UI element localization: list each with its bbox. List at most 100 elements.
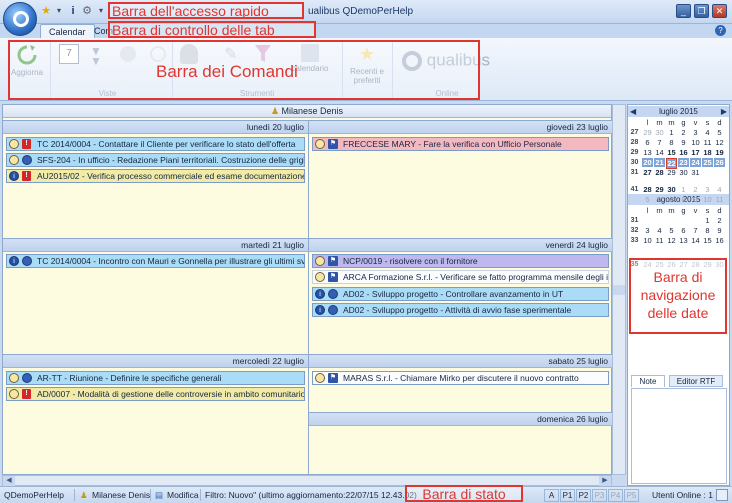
calendar-day[interactable]: 19 [714, 148, 725, 157]
calendar-day[interactable]: 9 [690, 195, 701, 204]
calendar-day[interactable]: 20 [642, 158, 653, 167]
notes-editor[interactable] [631, 388, 727, 484]
next-month-icon[interactable]: ▶ [721, 106, 727, 117]
calendar-day[interactable]: 30 [678, 168, 689, 177]
calendar-day[interactable]: 8 [678, 195, 689, 204]
tab-editor-rtf[interactable]: Editor RTF [669, 375, 723, 387]
calendar-day[interactable]: 21 [654, 158, 665, 167]
calendar-day[interactable]: 30 [654, 128, 665, 137]
calendar-day[interactable]: 9 [714, 226, 725, 235]
priority-p4-button[interactable]: P4 [608, 489, 623, 502]
appointment[interactable]: ! AD/0007 - Modalità di gestione delle c… [6, 387, 305, 401]
appointment[interactable]: ! TC 2014/0004 - Contattare il Cliente p… [6, 137, 305, 151]
day-sabato[interactable]: sabato 25 luglio ⚑ MARAS S.r.l. - Chiama… [308, 354, 612, 412]
calendar-day[interactable]: 12 [666, 236, 677, 245]
calendar-day[interactable]: 14 [690, 236, 701, 245]
day-giovedi[interactable]: giovedì 23 luglio ⚑ FRECCESE MARY - Fare… [308, 120, 612, 238]
day-lunedi[interactable]: lunedì 20 luglio ! TC 2014/0004 - Contat… [3, 120, 308, 238]
calendar-day[interactable]: 11 [702, 138, 713, 147]
restore-button[interactable]: ❐ [694, 4, 709, 18]
close-button[interactable]: ✕ [712, 4, 727, 18]
calendar-day[interactable]: 1 [702, 216, 713, 225]
calendar-day[interactable]: 6 [642, 138, 653, 147]
calendar-day[interactable]: 4 [702, 128, 713, 137]
appointment[interactable]: SFS-204 - In ufficio - Redazione Piani t… [6, 153, 305, 167]
calendar-day[interactable]: 29 [654, 185, 665, 194]
appointment[interactable]: i! AU2015/02 - Verifica processo commerc… [6, 169, 305, 183]
calendar-day[interactable]: 11 [714, 195, 725, 204]
appointment[interactable]: i TC 2014/0004 - Incontro con Mauri e Go… [6, 254, 305, 268]
calendar-day[interactable]: 10 [642, 236, 653, 245]
appointment[interactable]: ⚑ FRECCESE MARY - Fare la verifica con U… [312, 137, 609, 151]
calendar-day[interactable]: 2 [690, 185, 701, 194]
calendar-day[interactable]: 13 [678, 236, 689, 245]
calendar-day[interactable]: 8 [666, 138, 677, 147]
calendar-day[interactable]: 24 [690, 158, 701, 167]
priority-p1-button[interactable]: P1 [560, 489, 575, 502]
calendar-day[interactable]: 12 [714, 138, 725, 147]
appointment[interactable]: ⚑ ARCA Formazione S.r.l. - Verificare se… [312, 270, 609, 284]
favorite-star-icon[interactable]: ★ [40, 5, 52, 17]
calendar-day[interactable]: 5 [714, 128, 725, 137]
calendar-day[interactable]: 7 [666, 195, 677, 204]
day-domenica[interactable]: domenica 26 luglio [308, 412, 612, 474]
vertical-scrollbar[interactable] [612, 104, 626, 475]
priority-a-button[interactable]: A [544, 489, 559, 502]
calendar-day[interactable]: 5 [642, 195, 653, 204]
calendar-day[interactable]: 2 [714, 216, 725, 225]
calendar-day[interactable]: 14 [654, 148, 665, 157]
calendar-day[interactable]: 26 [714, 158, 725, 167]
appointment[interactable]: i AD02 - Sviluppo progetto - Attività di… [312, 303, 609, 317]
appointment[interactable]: AR-TT - Riunione - Definire le specifich… [6, 371, 305, 385]
appointment[interactable]: ⚑ NCP/0019 - risolvere con il fornitore [312, 254, 609, 268]
calendar-day[interactable]: 4 [654, 226, 665, 235]
resize-grip-icon[interactable] [716, 489, 728, 501]
calendar-day[interactable]: 10 [690, 138, 701, 147]
calendar-day[interactable]: 29 [666, 168, 677, 177]
calendar-day[interactable]: 2 [678, 128, 689, 137]
calendar-day[interactable]: 30 [666, 185, 677, 194]
calendar-day[interactable]: 17 [690, 148, 701, 157]
calendar-day[interactable]: 5 [666, 226, 677, 235]
appointment[interactable]: ⚑ MARAS S.r.l. - Chiamare Mirko per disc… [312, 371, 609, 385]
info-icon[interactable]: i [67, 5, 79, 17]
calendar-day[interactable]: 9 [678, 138, 689, 147]
calendar-day[interactable]: 25 [702, 158, 713, 167]
calendar-day[interactable]: 18 [702, 148, 713, 157]
calendar-day[interactable]: 23 [678, 158, 689, 167]
tools-icon[interactable]: ⚙ [81, 5, 93, 17]
calendar-day[interactable]: 8 [702, 226, 713, 235]
day-venerdi[interactable]: venerdì 24 luglio ⚑ NCP/0019 - risolvere… [308, 238, 612, 354]
calendar-day[interactable]: 1 [678, 185, 689, 194]
calendar-day[interactable]: 16 [678, 148, 689, 157]
calendar-day[interactable]: 13 [642, 148, 653, 157]
day-mercoledi[interactable]: mercoledì 22 luglio AR-TT - Riunione - D… [3, 354, 308, 474]
calendar-day[interactable]: 3 [642, 226, 653, 235]
calendar-day[interactable]: 1 [666, 128, 677, 137]
application-menu-button[interactable] [3, 2, 37, 36]
calendar-day[interactable]: 15 [666, 148, 677, 157]
prev-month-icon[interactable]: ◀ [630, 106, 636, 117]
priority-p2-button[interactable]: P2 [576, 489, 591, 502]
calendar-day[interactable]: 4 [714, 185, 725, 194]
minimize-button[interactable]: _ [676, 4, 691, 18]
calendar-day[interactable]: 6 [678, 226, 689, 235]
calendar-day[interactable]: 15 [702, 236, 713, 245]
dropdown-arrow-icon[interactable]: ▾ [53, 5, 65, 17]
calendar-day[interactable]: 28 [642, 185, 653, 194]
scroll-thumb[interactable] [613, 285, 625, 295]
calendar-day[interactable]: 28 [654, 168, 665, 177]
calendar-day[interactable]: 7 [690, 226, 701, 235]
calendar-day[interactable]: 3 [690, 128, 701, 137]
appointment[interactable]: i AD02 - Sviluppo progetto - Controllare… [312, 287, 609, 301]
calendar-day[interactable]: 29 [642, 128, 653, 137]
help-icon[interactable]: ? [715, 25, 726, 36]
calendar-day[interactable]: 6 [654, 195, 665, 204]
calendar-day[interactable]: 10 [702, 195, 713, 204]
customize-quick-access-icon[interactable]: ▾ [95, 5, 107, 17]
calendar-day[interactable]: 31 [690, 168, 701, 177]
calendar-day[interactable]: 11 [654, 236, 665, 245]
calendar-day[interactable]: 16 [714, 236, 725, 245]
priority-p5-button[interactable]: P5 [624, 489, 639, 502]
calendar-day[interactable]: 27 [642, 168, 653, 177]
